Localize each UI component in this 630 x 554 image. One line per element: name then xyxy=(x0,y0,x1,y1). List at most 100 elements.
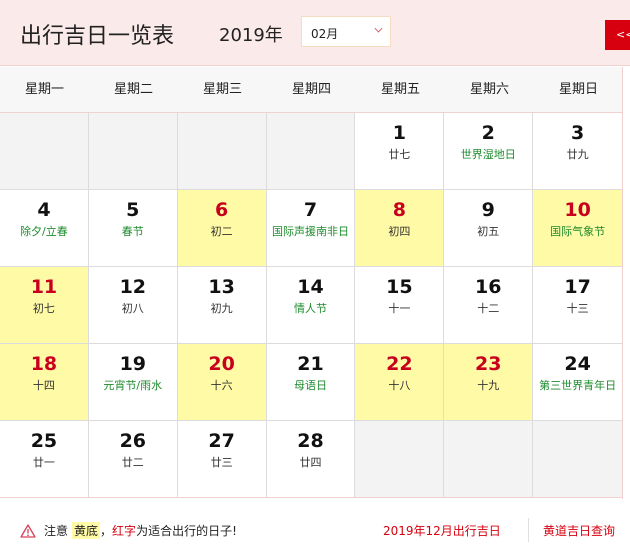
day-number: 3 xyxy=(570,122,585,144)
lunar-date-label: 十二 xyxy=(477,302,500,315)
month-select[interactable]: 02月 xyxy=(301,16,391,47)
notice-comma: ， xyxy=(100,524,113,538)
lunar-date-label: 十九 xyxy=(477,379,500,392)
day-number: 15 xyxy=(386,276,413,298)
calendar-day-cell[interactable]: 11 初七 xyxy=(0,267,89,343)
calendar-day-cell[interactable]: 23 十九 xyxy=(444,344,534,420)
lunar-date-label: 初九 xyxy=(210,302,233,315)
calendar-empty-cell xyxy=(355,421,445,497)
weekday-label: 星期五 xyxy=(380,82,420,97)
day-number: 27 xyxy=(208,430,235,452)
calendar-day-cell[interactable]: 5 春节 xyxy=(88,190,178,266)
calendar-day-cell[interactable]: 7 国际声援南非日 xyxy=(266,190,356,266)
day-number: 5 xyxy=(126,199,140,221)
weekday-label: 星期二 xyxy=(113,82,153,97)
lunar-date-label: 廿二 xyxy=(121,456,144,469)
notice: 注意 黄底 ， 红字 为适合出行的日子! xyxy=(20,522,237,539)
day-number: 14 xyxy=(297,276,324,298)
footer: 注意 黄底 ， 红字 为适合出行的日子! 2019年12月出行吉日 黄道吉日查询 xyxy=(0,500,630,554)
calendar-day-cell[interactable]: 14 情人节 xyxy=(266,267,356,343)
calendar-empty-cell xyxy=(0,113,89,189)
auspicious-day-query-link[interactable]: 黄道吉日查询 xyxy=(543,522,615,539)
weekday-label: 星期四 xyxy=(291,82,331,97)
calendar-day-cell[interactable]: 20 十六 xyxy=(177,344,267,420)
calendar-empty-cell xyxy=(177,113,267,189)
day-number: 1 xyxy=(392,122,406,144)
lunar-date-label: 初二 xyxy=(210,225,233,238)
day-number: 26 xyxy=(119,430,147,452)
day-number: 11 xyxy=(30,276,58,298)
december-lucky-days-link[interactable]: 2019年12月出行吉日 xyxy=(383,522,501,539)
month-select-value: 02月 xyxy=(311,27,339,41)
calendar-week-row: 25 廿一 26 廿二 27 廿三 28 廿四 xyxy=(0,421,623,498)
footer-divider xyxy=(528,518,529,542)
year-label: 2019年 xyxy=(219,25,283,46)
calendar-day-cell[interactable]: 3 廿九 xyxy=(533,113,623,189)
calendar-day-cell[interactable]: 26 廿二 xyxy=(88,421,178,497)
festival-label: 国际气象节 xyxy=(550,225,606,238)
calendar-day-cell[interactable]: 8 初四 xyxy=(355,190,445,266)
day-number: 22 xyxy=(386,353,413,375)
day-number: 6 xyxy=(215,199,229,221)
lunar-date-label: 廿九 xyxy=(566,148,589,161)
calendar-grid: 1 廿七 2 世界湿地日 3 廿九 4 除夕/立春 5 春节 6 初二 7 国际声援南非日 8 初四 9 初五 10… xyxy=(0,113,623,498)
chevron-down-icon xyxy=(374,24,383,33)
day-number: 16 xyxy=(475,276,502,298)
day-number: 20 xyxy=(208,353,235,375)
calendar-day-cell[interactable]: 15 十一 xyxy=(355,267,445,343)
calendar-empty-cell xyxy=(88,113,178,189)
day-number: 2 xyxy=(481,122,495,144)
day-number: 17 xyxy=(564,276,591,298)
day-number: 18 xyxy=(30,353,58,375)
festival-label: 元宵节/雨水 xyxy=(103,379,163,392)
calendar-day-cell[interactable]: 10 国际气象节 xyxy=(533,190,623,266)
weekday-label: 星期三 xyxy=(202,82,242,97)
notice-prefix: 注意 xyxy=(44,524,69,538)
day-number: 23 xyxy=(475,353,502,375)
calendar-day-cell[interactable]: 9 初五 xyxy=(444,190,534,266)
calendar-day-cell[interactable]: 28 廿四 xyxy=(266,421,356,497)
calendar-day-cell[interactable]: 21 母语日 xyxy=(266,344,356,420)
calendar-day-cell[interactable]: 1 廿七 xyxy=(355,113,445,189)
weekday-header: 星期一 星期二 星期三 星期四 星期五 星期六 星期日 xyxy=(0,67,623,113)
calendar-day-cell[interactable]: 13 初九 xyxy=(177,267,267,343)
lunar-date-label: 廿四 xyxy=(299,456,322,469)
calendar-day-cell[interactable]: 22 十八 xyxy=(355,344,445,420)
weekday-label: 星期日 xyxy=(558,82,598,97)
day-number: 9 xyxy=(481,199,495,221)
lunar-date-label: 十四 xyxy=(32,379,55,392)
day-number: 8 xyxy=(392,199,406,221)
lunar-date-label: 初五 xyxy=(477,225,500,238)
festival-label: 情人节 xyxy=(294,302,327,315)
lunar-date-label: 十一 xyxy=(388,302,411,315)
lunar-date-label: 廿七 xyxy=(388,148,411,161)
day-number: 12 xyxy=(119,276,147,298)
notice-suffix: 为适合出行的日子! xyxy=(136,524,237,538)
calendar-week-row: 1 廿七 2 世界湿地日 3 廿九 xyxy=(0,113,623,190)
prev-month-button[interactable]: << xyxy=(605,20,630,50)
calendar-day-cell[interactable]: 25 廿一 xyxy=(0,421,89,497)
calendar-day-cell[interactable]: 16 十二 xyxy=(444,267,534,343)
calendar-day-cell[interactable]: 24 第三世界青年日 xyxy=(533,344,623,420)
lunar-date-label: 十八 xyxy=(388,379,411,392)
calendar-day-cell[interactable]: 6 初二 xyxy=(177,190,267,266)
calendar-day-cell[interactable]: 4 除夕/立春 xyxy=(0,190,89,266)
lunar-date-label: 初七 xyxy=(32,302,55,315)
calendar-day-cell[interactable]: 2 世界湿地日 xyxy=(444,113,534,189)
day-number: 28 xyxy=(297,430,324,452)
calendar-day-cell[interactable]: 27 廿三 xyxy=(177,421,267,497)
calendar-day-cell[interactable]: 18 十四 xyxy=(0,344,89,420)
lunar-date-label: 廿一 xyxy=(32,456,55,469)
lunar-date-label: 十六 xyxy=(210,379,233,392)
calendar-day-cell[interactable]: 12 初八 xyxy=(88,267,178,343)
calendar-empty-cell xyxy=(444,421,534,497)
day-number: 7 xyxy=(303,199,318,221)
day-number: 19 xyxy=(119,353,147,375)
calendar-day-cell[interactable]: 19 元宵节/雨水 xyxy=(88,344,178,420)
warning-icon xyxy=(20,523,36,538)
page-title: 出行吉日一览表 xyxy=(20,24,175,49)
calendar-week-row: 11 初七 12 初八 13 初九 14 情人节 15 十一 16 十二 17 十三 xyxy=(0,267,623,344)
festival-label: 母语日 xyxy=(294,379,327,392)
grid-right-border xyxy=(622,67,623,499)
calendar-day-cell[interactable]: 17 十三 xyxy=(533,267,623,343)
